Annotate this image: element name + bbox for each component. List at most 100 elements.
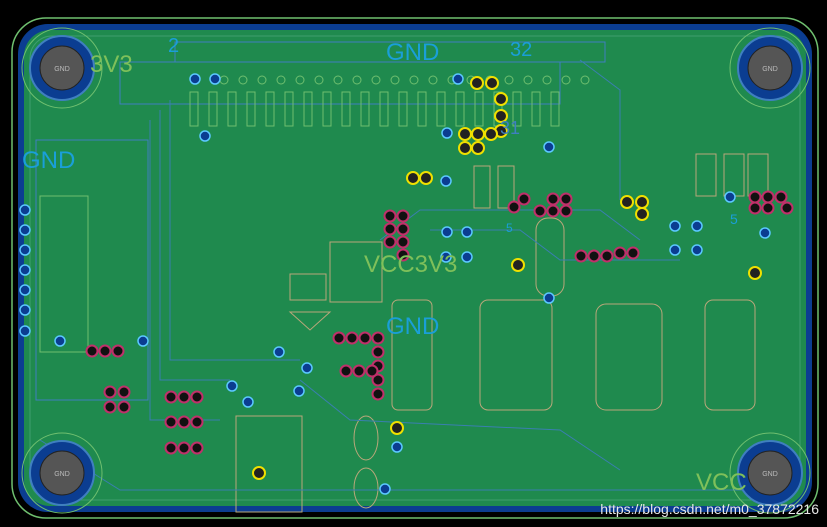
pad xyxy=(559,192,573,206)
pad xyxy=(626,246,640,260)
pad xyxy=(587,249,601,263)
pad xyxy=(511,258,525,272)
pad xyxy=(177,390,191,404)
label-vcc3v3: VCC3V3 xyxy=(364,251,457,278)
label-gnd-left: GND xyxy=(22,147,75,174)
label-pin-5b: 5 xyxy=(730,211,738,227)
via xyxy=(452,73,464,85)
via xyxy=(189,73,201,85)
pad xyxy=(620,195,634,209)
pad xyxy=(517,192,531,206)
label-vcc-bottom: VCC xyxy=(696,469,747,496)
pad xyxy=(546,192,560,206)
via xyxy=(669,220,681,232)
pad xyxy=(371,331,385,345)
via xyxy=(293,385,305,397)
pad xyxy=(383,235,397,249)
label-pin-2: 2 xyxy=(168,35,179,57)
pad xyxy=(533,204,547,218)
pad xyxy=(103,400,117,414)
pad xyxy=(458,127,472,141)
pad xyxy=(164,415,178,429)
pad xyxy=(635,207,649,221)
pad xyxy=(471,127,485,141)
via xyxy=(724,191,736,203)
via xyxy=(301,362,313,374)
via xyxy=(273,346,285,358)
pad xyxy=(352,364,366,378)
via xyxy=(242,396,254,408)
pad xyxy=(748,266,762,280)
hole-label: GND xyxy=(762,471,778,478)
pad xyxy=(358,331,372,345)
via xyxy=(19,244,31,256)
pad xyxy=(177,415,191,429)
pad xyxy=(458,141,472,155)
pad xyxy=(252,466,266,480)
hole-label: GND xyxy=(54,66,70,73)
pad xyxy=(177,441,191,455)
via xyxy=(669,244,681,256)
pad xyxy=(103,385,117,399)
pad xyxy=(635,195,649,209)
via xyxy=(19,284,31,296)
pad xyxy=(111,344,125,358)
pad xyxy=(406,171,420,185)
via xyxy=(209,73,221,85)
via xyxy=(391,441,403,453)
pad xyxy=(748,190,762,204)
pad xyxy=(761,190,775,204)
label-pin-32: 32 xyxy=(510,39,532,61)
watermark: https://blog.csdn.net/m0_37872216 xyxy=(600,501,819,517)
pad xyxy=(419,171,433,185)
pad xyxy=(396,222,410,236)
pad xyxy=(164,390,178,404)
pad xyxy=(332,331,346,345)
via xyxy=(226,380,238,392)
pad xyxy=(190,441,204,455)
label-3v3: 3V3 xyxy=(90,51,133,78)
via xyxy=(137,335,149,347)
via xyxy=(19,325,31,337)
pcb-viewer: GND GND GND GND 3V3 2 GND 32 31 GND VCC3V3 … xyxy=(0,0,827,527)
pad xyxy=(383,222,397,236)
label-gnd-mid: GND xyxy=(386,313,439,340)
pad xyxy=(471,141,485,155)
via xyxy=(441,127,453,139)
via xyxy=(379,483,391,495)
pad xyxy=(85,344,99,358)
via xyxy=(759,227,771,239)
label-pin-5a: 5 xyxy=(506,221,513,235)
pad xyxy=(559,204,573,218)
via xyxy=(691,244,703,256)
via xyxy=(199,130,211,142)
pad xyxy=(339,364,353,378)
pad xyxy=(98,344,112,358)
via xyxy=(461,226,473,238)
pad xyxy=(365,364,379,378)
pad xyxy=(383,209,397,223)
pad xyxy=(164,441,178,455)
mounting-hole: GND xyxy=(729,27,811,109)
pad xyxy=(390,421,404,435)
hole-label: GND xyxy=(54,471,70,478)
pad xyxy=(748,201,762,215)
via xyxy=(19,224,31,236)
pcb-canvas: GND GNDGND GND 3V3 2 GND 32 31 GND VCC3V3 … xyxy=(11,17,819,519)
pad xyxy=(546,204,560,218)
via xyxy=(19,304,31,316)
pad xyxy=(485,76,499,90)
pad xyxy=(190,415,204,429)
pad xyxy=(371,345,385,359)
via xyxy=(543,141,555,153)
label-gnd-top: GND xyxy=(386,39,439,66)
pad xyxy=(613,246,627,260)
via xyxy=(441,226,453,238)
via xyxy=(543,292,555,304)
pad xyxy=(484,127,498,141)
via xyxy=(691,220,703,232)
via xyxy=(461,251,473,263)
hole-label: GND xyxy=(762,66,778,73)
pad xyxy=(470,76,484,90)
pad xyxy=(345,331,359,345)
